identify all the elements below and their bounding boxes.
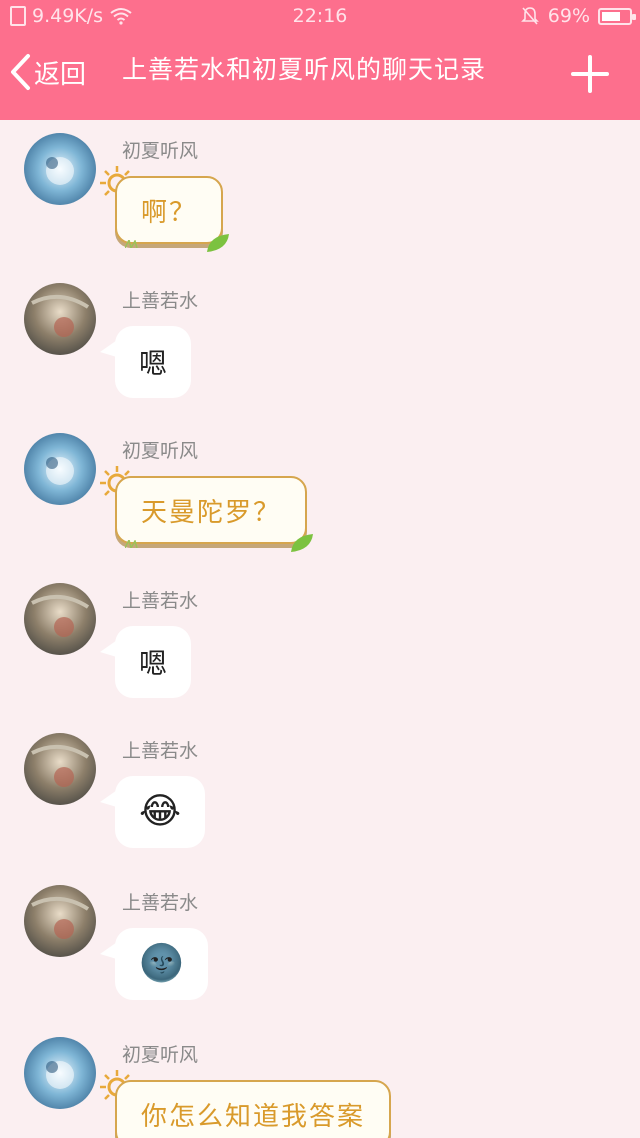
chat-header: 返回 上善若水和初夏听风的聊天记录 bbox=[0, 34, 640, 120]
message-bubble[interactable]: 天曼陀罗？ bbox=[115, 476, 314, 552]
battery-percent: 69% bbox=[547, 5, 590, 27]
leaf-icon bbox=[207, 234, 230, 252]
message-bubble[interactable]: 嗯 bbox=[115, 326, 192, 398]
chat-message: 初夏听风 你怎么知道我答案 bbox=[0, 1024, 640, 1138]
sender-name: 初夏听风 bbox=[122, 140, 199, 162]
chat-list[interactable]: 初夏听风 啊？ 上善若水 嗯 初夏听风 天曼陀罗？ 上善若水 嗯 上善若水 😂 … bbox=[0, 120, 640, 1138]
avatar[interactable] bbox=[24, 583, 96, 655]
sender-name: 上善若水 bbox=[122, 590, 199, 612]
sender-name: 初夏听风 bbox=[122, 1044, 199, 1066]
battery-icon bbox=[598, 7, 636, 25]
chevron-left-icon bbox=[11, 54, 30, 90]
message-text: 啊？ bbox=[141, 197, 198, 228]
message-text: 嗯 bbox=[139, 647, 168, 680]
message-bubble[interactable]: 嗯 bbox=[115, 626, 192, 698]
message-text: 天曼陀罗？ bbox=[141, 497, 282, 528]
avatar[interactable] bbox=[24, 433, 96, 505]
chat-message: 初夏听风 天曼陀罗？ bbox=[0, 420, 640, 570]
battery-fill bbox=[602, 11, 620, 21]
back-label: 返回 bbox=[34, 59, 87, 90]
message-text: 你怎么知道我答案 bbox=[141, 1101, 366, 1132]
sender-name: 上善若水 bbox=[122, 290, 199, 312]
message-bubble[interactable]: 啊？ bbox=[115, 176, 230, 252]
message-emoji: 😂 bbox=[139, 791, 182, 832]
page-title: 上善若水和初夏听风的聊天记录 bbox=[122, 55, 487, 84]
chat-message: 初夏听风 啊？ bbox=[0, 120, 640, 270]
chat-message: 上善若水 嗯 bbox=[0, 270, 640, 420]
avatar[interactable] bbox=[24, 885, 96, 957]
add-button[interactable] bbox=[570, 54, 610, 94]
avatar[interactable] bbox=[24, 283, 96, 355]
status-right: 69% bbox=[520, 5, 636, 27]
chat-message: 上善若水 🌚 bbox=[0, 872, 640, 1022]
grass-icon bbox=[125, 540, 138, 548]
avatar[interactable] bbox=[24, 1037, 96, 1109]
message-emoji: 🌚 bbox=[139, 943, 184, 984]
message-text: 嗯 bbox=[139, 347, 168, 380]
message-bubble[interactable]: 你怎么知道我答案 bbox=[115, 1080, 392, 1138]
sender-name: 初夏听风 bbox=[122, 440, 199, 462]
chat-message: 上善若水 嗯 bbox=[0, 570, 640, 720]
status-bar: 9.49K/s 22:16 69% bbox=[0, 0, 640, 34]
avatar[interactable] bbox=[24, 733, 96, 805]
message-bubble[interactable]: 😂 bbox=[115, 776, 206, 848]
back-button[interactable]: 返回 bbox=[8, 52, 86, 92]
sender-name: 上善若水 bbox=[122, 892, 199, 914]
grass-icon bbox=[125, 240, 138, 248]
message-bubble[interactable]: 🌚 bbox=[115, 928, 208, 1000]
battery-tip bbox=[632, 13, 636, 20]
avatar[interactable] bbox=[24, 133, 96, 205]
chat-message: 上善若水 😂 bbox=[0, 720, 640, 870]
leaf-icon bbox=[291, 534, 314, 552]
bell-muted-icon bbox=[520, 7, 539, 25]
sender-name: 上善若水 bbox=[122, 740, 199, 762]
